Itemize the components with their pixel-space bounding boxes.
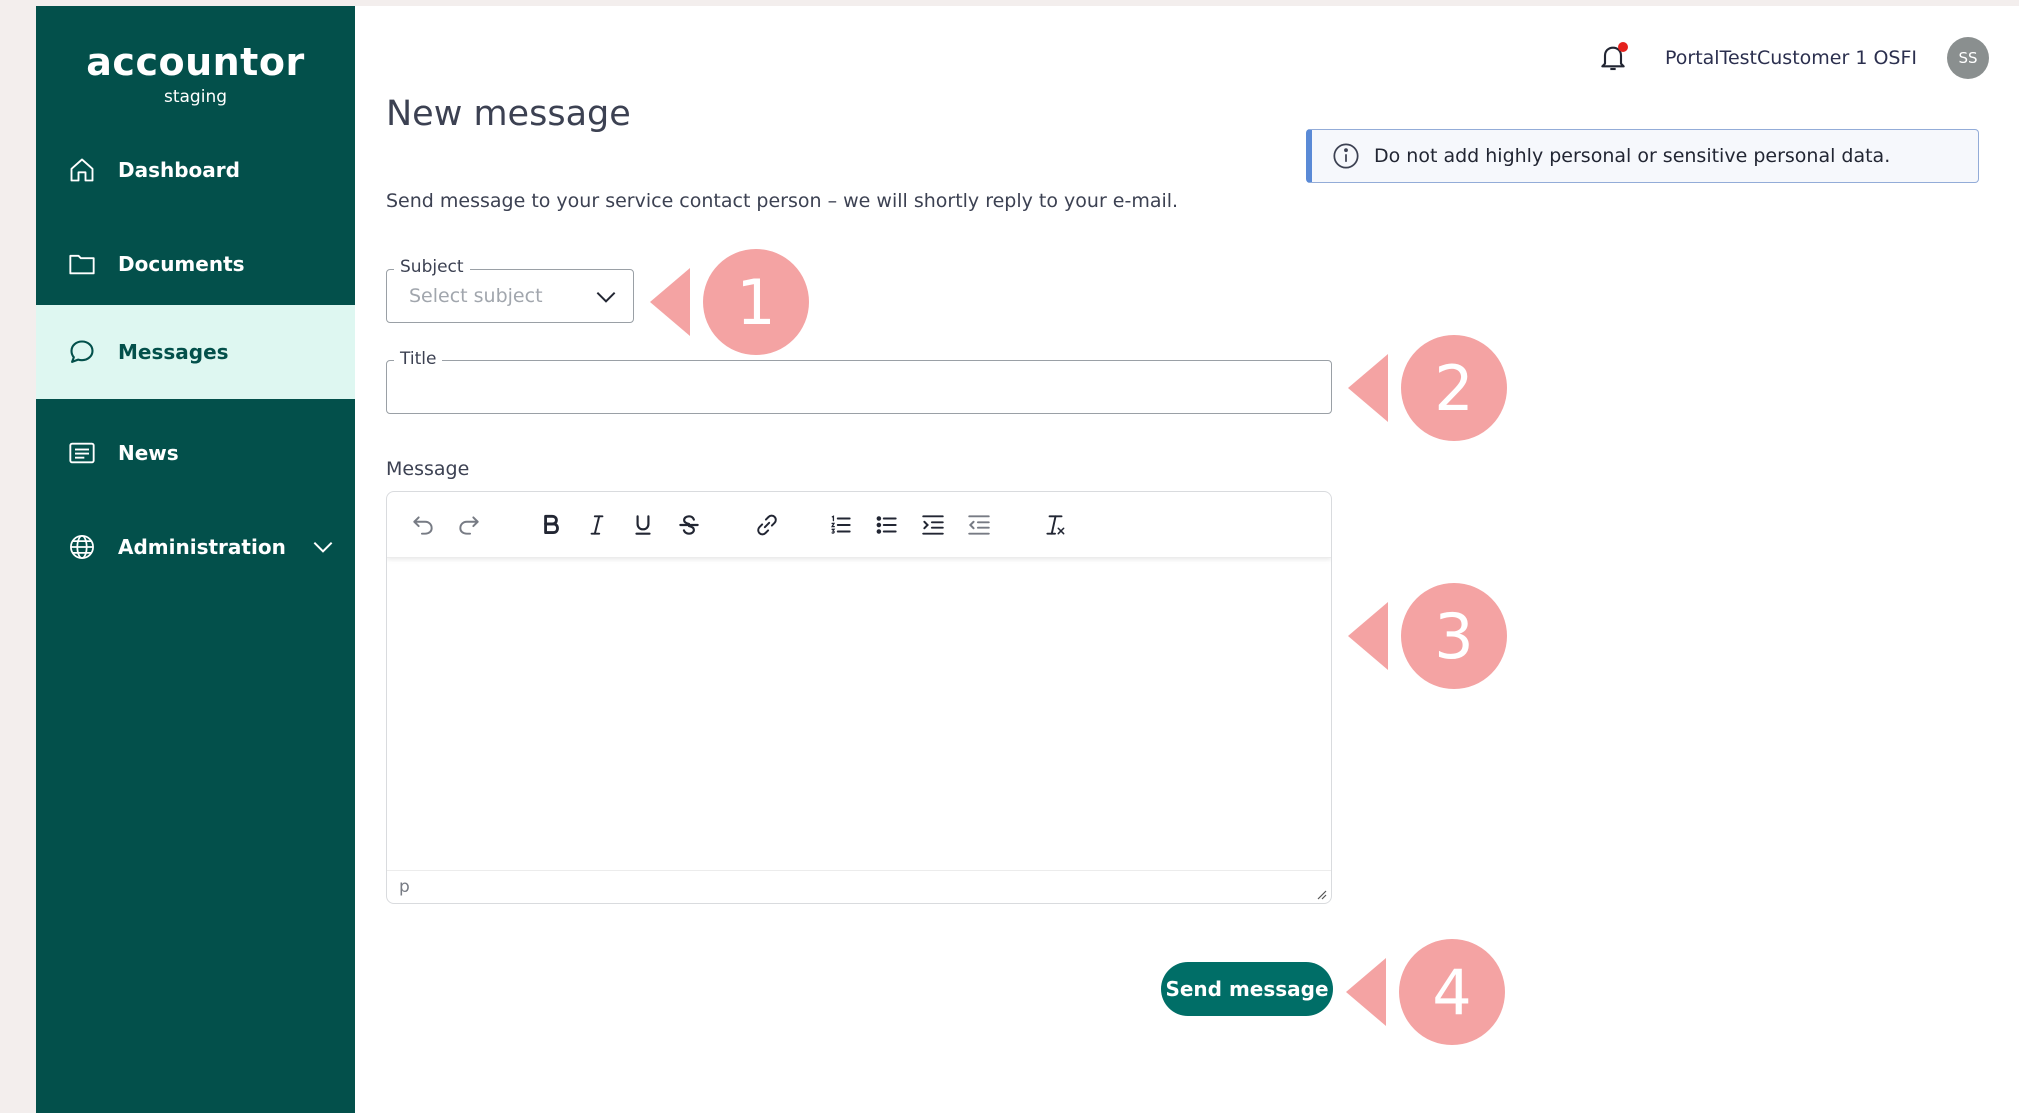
subject-select[interactable]: Select subject: [386, 269, 634, 323]
callout-number: 2: [1434, 351, 1474, 425]
sidebar-item-dashboard[interactable]: Dashboard: [36, 123, 355, 217]
element-path: p: [399, 877, 410, 897]
callout-marker-1: 1: [650, 248, 810, 356]
chevron-down-icon[interactable]: [310, 534, 336, 560]
sidebar-item-administration[interactable]: Administration: [36, 500, 355, 594]
sidebar-item-label: Documents: [118, 252, 245, 276]
notice-text: Do not add highly personal or sensitive …: [1374, 145, 1891, 167]
app-frame: accountor staging Dashboard Documents Me…: [36, 6, 2019, 1113]
subject-label: Subject: [394, 257, 470, 277]
brand-name: accountor: [86, 40, 305, 84]
chevron-down-icon: [593, 284, 619, 310]
user-name[interactable]: PortalTestCustomer 1 OSFI: [1665, 47, 1917, 69]
callout-number: 3: [1434, 599, 1474, 673]
subject-placeholder: Select subject: [409, 285, 543, 307]
clear-format-icon[interactable]: [1039, 509, 1071, 541]
chat-bubble-icon: [66, 336, 98, 368]
avatar[interactable]: SS: [1947, 37, 1989, 79]
editor-statusbar: p: [387, 870, 1331, 903]
globe-icon: [66, 531, 98, 563]
editor-toolbar: [387, 492, 1331, 558]
message-editor: p: [386, 491, 1332, 904]
notification-dot: [1617, 42, 1628, 52]
callout-marker-3: 3: [1348, 582, 1508, 690]
sidebar-item-label: Messages: [118, 340, 229, 364]
callout-number: 4: [1432, 955, 1472, 1029]
brand-logo[interactable]: accountor staging: [36, 40, 355, 108]
sidebar-item-label: Administration: [118, 535, 286, 559]
indent-icon[interactable]: [917, 509, 949, 541]
title-label: Title: [394, 349, 443, 369]
sidebar-item-label: Dashboard: [118, 158, 240, 182]
intro-text: Send message to your service contact per…: [386, 190, 1179, 212]
newspaper-icon: [66, 437, 98, 469]
info-icon: [1332, 142, 1360, 170]
bell-icon: [1597, 46, 1629, 77]
resize-handle-icon[interactable]: [1313, 885, 1327, 900]
callout-marker-4: 4: [1346, 938, 1506, 1046]
sidebar-item-news[interactable]: News: [36, 406, 355, 500]
notification-button[interactable]: [1597, 41, 1631, 75]
numbered-list-icon[interactable]: [825, 509, 857, 541]
sidebar-item-documents[interactable]: Documents: [36, 217, 355, 311]
brand-env: staging: [163, 87, 228, 107]
title-input[interactable]: [386, 360, 1332, 414]
page-title: New message: [386, 94, 631, 134]
callout-marker-2: 2: [1348, 334, 1508, 442]
callout-number: 1: [736, 265, 776, 339]
top-bar: PortalTestCustomer 1 OSFI SS: [1597, 36, 1989, 80]
sidebar-item-label: News: [118, 441, 179, 465]
sidebar: accountor staging Dashboard Documents Me…: [36, 6, 355, 1113]
home-icon: [66, 154, 98, 186]
redo-icon[interactable]: [453, 509, 485, 541]
italic-icon[interactable]: [581, 509, 613, 541]
underline-icon[interactable]: [627, 509, 659, 541]
message-textarea[interactable]: [387, 559, 1331, 870]
send-message-button[interactable]: Send message: [1161, 962, 1333, 1016]
privacy-notice: Do not add highly personal or sensitive …: [1306, 129, 1979, 183]
folder-icon: [66, 248, 98, 280]
link-icon[interactable]: [751, 509, 783, 541]
message-label: Message: [386, 458, 470, 480]
strikethrough-icon[interactable]: [673, 509, 705, 541]
bold-icon[interactable]: [535, 509, 567, 541]
undo-icon[interactable]: [407, 509, 439, 541]
sidebar-item-messages[interactable]: Messages: [36, 305, 355, 399]
bullet-list-icon[interactable]: [871, 509, 903, 541]
outdent-icon[interactable]: [963, 509, 995, 541]
